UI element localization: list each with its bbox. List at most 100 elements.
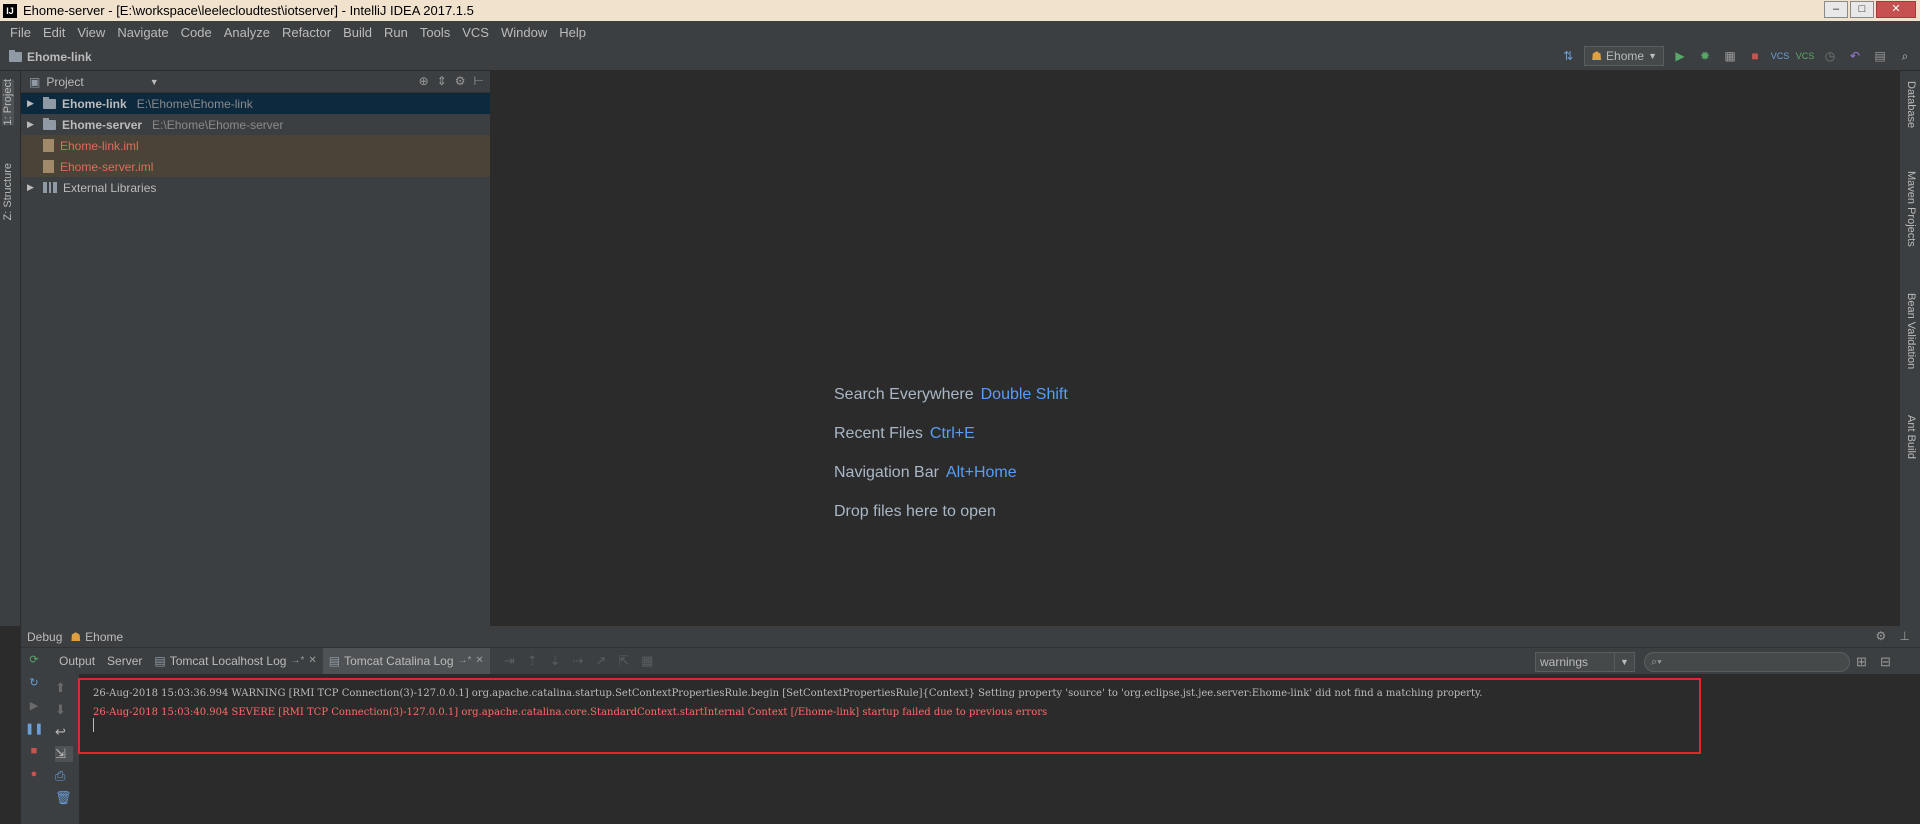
- tree-item-path: E:\Ehome\Ehome-link: [136, 96, 253, 111]
- tab-tomcat-catalina-log[interactable]: ▤ Tomcat Catalina Log →* ✕: [322, 648, 490, 674]
- filter-toggle-icon[interactable]: ⊟: [1880, 654, 1891, 670]
- gear-icon[interactable]: ⚙: [455, 74, 466, 88]
- menu-build[interactable]: Build: [337, 25, 378, 40]
- menu-window[interactable]: Window: [495, 25, 553, 40]
- navigation-bar: Ehome-link ⇅ ☗ Ehome ▼ ▶ ✹ ▦ ■ VCS VCS ◷…: [0, 43, 1920, 71]
- step-actions-icon[interactable]: ⇥⇡⇣⇢↗⇱▦: [504, 653, 666, 669]
- menu-vcs[interactable]: VCS: [456, 25, 495, 40]
- print-icon[interactable]: ⎙: [55, 768, 73, 784]
- tab-maven-projects[interactable]: Maven Projects: [1905, 171, 1917, 247]
- expand-arrow-icon[interactable]: ▶: [27, 98, 37, 109]
- pin-icon[interactable]: →*: [458, 648, 472, 674]
- chevron-down-icon[interactable]: ▼: [150, 77, 159, 87]
- tree-item-ehome-link-iml[interactable]: Ehome-link.iml: [21, 135, 490, 156]
- log-search-input[interactable]: ⌕▾: [1644, 652, 1850, 672]
- vcs-commit-icon[interactable]: VCS: [1796, 47, 1815, 65]
- tab-database[interactable]: Database: [1905, 81, 1917, 128]
- update-app-icon[interactable]: ↻: [25, 676, 43, 694]
- maximize-button[interactable]: □: [1850, 1, 1874, 18]
- debug-icon[interactable]: ✹: [1696, 47, 1714, 65]
- minimize-button[interactable]: –: [1824, 1, 1848, 18]
- project-panel-tools: ⊕ ⇕ ⚙ ⊢: [419, 74, 484, 88]
- menu-view[interactable]: View: [71, 25, 111, 40]
- menu-help[interactable]: Help: [553, 25, 592, 40]
- tab-output[interactable]: Output: [53, 648, 101, 674]
- menu-file[interactable]: File: [4, 25, 37, 40]
- tree-item-label: Ehome-server: [62, 117, 143, 132]
- project-structure-icon[interactable]: ▤: [1871, 47, 1889, 65]
- view-breakpoints-icon[interactable]: ●: [25, 768, 43, 786]
- project-panel: ▣ Project ▼ ⊕ ⇕ ⚙ ⊢ ▶ Ehome-link E:\Ehom…: [21, 71, 491, 626]
- tab-project[interactable]: 1: Project: [2, 79, 14, 126]
- build-icon[interactable]: ⇅: [1559, 47, 1577, 65]
- scroll-down-icon[interactable]: ⬇: [55, 702, 73, 718]
- soft-wrap-icon[interactable]: ↩: [55, 724, 73, 740]
- hide-panel-icon[interactable]: ⊥: [1900, 629, 1910, 643]
- run-icon[interactable]: ▶: [1671, 47, 1689, 65]
- menu-edit[interactable]: Edit: [37, 25, 71, 40]
- scroll-up-icon[interactable]: ⬆: [55, 680, 73, 696]
- tree-item-ehome-link[interactable]: ▶ Ehome-link E:\Ehome\Ehome-link: [21, 93, 490, 114]
- stop-icon[interactable]: ■: [25, 745, 43, 763]
- breadcrumb[interactable]: Ehome-link: [9, 49, 92, 64]
- breadcrumb-module[interactable]: Ehome-link: [27, 50, 92, 64]
- pause-icon[interactable]: ❚❚: [25, 722, 43, 740]
- tab-server[interactable]: Server: [101, 648, 148, 674]
- debug-window-tools: ⚙ ⊥: [1875, 629, 1910, 643]
- search-icon[interactable]: ⌕: [1896, 47, 1914, 65]
- tab-label: Server: [107, 654, 143, 668]
- tab-structure[interactable]: Z: Structure: [2, 163, 14, 220]
- collapse-all-icon[interactable]: ⇕: [437, 74, 447, 88]
- project-panel-title[interactable]: Project: [46, 75, 83, 89]
- main-toolbar: ⇅ ☗ Ehome ▼ ▶ ✹ ▦ ■ VCS VCS ◷ ↶ ▤ ⌕: [1559, 46, 1914, 66]
- tree-item-label: Ehome-server.iml: [60, 159, 154, 174]
- tree-item-ehome-server-iml[interactable]: Ehome-server.iml: [21, 156, 490, 177]
- window-title: Ehome-server - [E:\workspace\leelecloudt…: [23, 3, 474, 18]
- scroll-to-end-icon[interactable]: ⇲: [55, 746, 73, 762]
- tree-item-external-libraries[interactable]: ▶ External Libraries: [21, 177, 490, 198]
- iml-file-icon: [43, 160, 54, 173]
- scroll-from-source-icon[interactable]: ⊕: [419, 74, 429, 88]
- filter-settings-icon[interactable]: ⊞: [1856, 654, 1867, 670]
- resume-icon[interactable]: ▶: [25, 699, 43, 717]
- intellij-app-icon: IJ: [3, 3, 17, 18]
- window-controls: – □ ✕: [1824, 1, 1916, 18]
- tree-item-label: Ehome-link: [62, 96, 127, 111]
- expand-arrow-icon[interactable]: ▶: [27, 182, 37, 193]
- stop-icon[interactable]: ■: [1746, 47, 1764, 65]
- tab-ant-build[interactable]: Ant Build: [1905, 415, 1917, 459]
- menu-tools[interactable]: Tools: [414, 25, 456, 40]
- tree-item-path: E:\Ehome\Ehome-server: [152, 117, 284, 132]
- close-window-button[interactable]: ✕: [1876, 1, 1916, 18]
- editor-area[interactable]: [492, 71, 1899, 626]
- tab-tomcat-localhost-log[interactable]: ▤ Tomcat Localhost Log →* ✕: [148, 648, 322, 674]
- expand-arrow-icon[interactable]: ▶: [27, 119, 37, 130]
- vcs-update-icon[interactable]: VCS: [1771, 47, 1790, 65]
- tomcat-icon: ☗: [70, 629, 82, 644]
- pin-icon[interactable]: →*: [290, 648, 304, 674]
- tree-item-ehome-server[interactable]: ▶ Ehome-server E:\Ehome\Ehome-server: [21, 114, 490, 135]
- run-configuration-label: Ehome: [1606, 49, 1645, 63]
- tab-bean-validation[interactable]: Bean Validation: [1905, 293, 1917, 369]
- gear-icon[interactable]: ⚙: [1875, 629, 1886, 643]
- tree-item-label: Ehome-link.iml: [60, 138, 139, 153]
- hint-label: Recent Files: [834, 425, 923, 442]
- module-folder-icon: [43, 117, 56, 130]
- revert-icon[interactable]: ↶: [1846, 47, 1864, 65]
- console-side-toolbar: ⬆ ⬇ ↩ ⇲ ⎙ 🗑: [51, 674, 77, 824]
- run-configuration-select[interactable]: ☗ Ehome ▼: [1584, 46, 1664, 66]
- close-icon[interactable]: ✕: [308, 648, 316, 674]
- menu-run[interactable]: Run: [378, 25, 414, 40]
- hide-panel-icon[interactable]: ⊢: [474, 74, 484, 88]
- menu-navigate[interactable]: Navigate: [111, 25, 174, 40]
- menu-analyze[interactable]: Analyze: [218, 25, 276, 40]
- close-icon[interactable]: ✕: [475, 648, 483, 674]
- log-filter-value: warnings: [1540, 655, 1589, 669]
- history-icon[interactable]: ◷: [1821, 47, 1839, 65]
- coverage-icon[interactable]: ▦: [1721, 47, 1739, 65]
- clear-all-icon[interactable]: 🗑: [55, 790, 73, 806]
- rerun-icon[interactable]: ⟳: [25, 653, 43, 671]
- menu-code[interactable]: Code: [175, 25, 218, 40]
- menu-refactor[interactable]: Refactor: [276, 25, 337, 40]
- chevron-down-icon[interactable]: ▼: [1614, 652, 1634, 672]
